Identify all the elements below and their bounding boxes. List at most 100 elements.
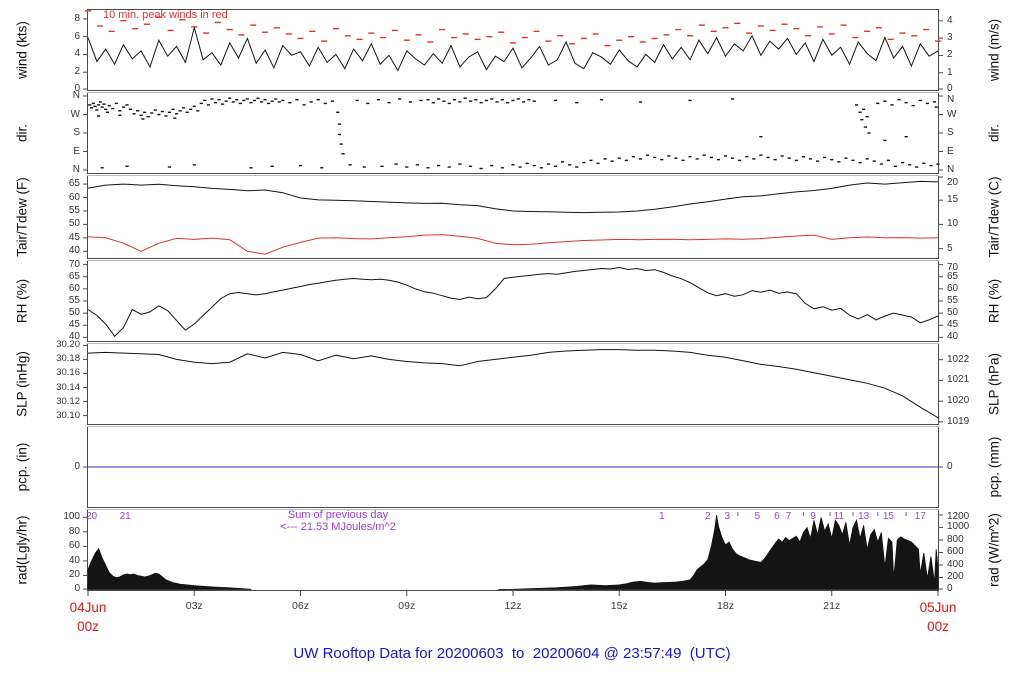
dir-point xyxy=(863,126,867,128)
dir-point xyxy=(723,155,728,157)
dir-point xyxy=(452,99,457,101)
dir-point xyxy=(730,157,735,159)
x-axis-end-date: 05Jun 00z xyxy=(919,600,957,634)
dir-point xyxy=(437,98,441,100)
panel-separator xyxy=(87,174,939,176)
dir-point xyxy=(638,101,643,103)
y-tick-label-wind: 6 xyxy=(74,30,80,42)
dir-point xyxy=(238,102,242,105)
axis-label-right-pcp: pcp. (mm) xyxy=(986,436,1002,498)
dir-point xyxy=(603,158,607,160)
dir-point xyxy=(415,164,419,166)
dir-point xyxy=(801,155,806,158)
y-tick-label-slp: 30.10 xyxy=(56,409,80,421)
dir-point xyxy=(716,158,721,161)
rad-hour-label: 13 xyxy=(858,511,870,522)
x-axis-start-date: 04Jun 00z xyxy=(69,600,107,634)
dir-point xyxy=(426,99,430,101)
dir-point xyxy=(759,154,763,156)
x-tick-label: 15z xyxy=(610,600,628,612)
dir-point xyxy=(474,99,478,101)
dir-point xyxy=(189,108,193,111)
y-tick-label-tair: 10 xyxy=(947,218,959,230)
dir-point xyxy=(883,139,887,142)
y-tick-label-slp: 1022 xyxy=(947,353,970,365)
axis-label-left-pcp: pcp. (in) xyxy=(14,442,30,492)
dir-point xyxy=(447,102,451,105)
y-tick-label-wind: 2 xyxy=(947,49,953,61)
x-tick-label: 18z xyxy=(717,600,734,612)
y-tick-label-tair: 20 xyxy=(947,177,959,188)
y-tick-label-slp: 30.20 xyxy=(56,339,80,351)
dir-point xyxy=(702,154,706,156)
dir-point xyxy=(490,164,494,167)
dir-point xyxy=(141,118,145,120)
dir-point xyxy=(102,103,106,105)
y-tick-label-rad: 0 xyxy=(74,583,80,594)
dir-point xyxy=(249,101,253,104)
dir-point xyxy=(560,161,565,163)
y-tick-label-wind: 3 xyxy=(947,32,953,44)
y-tick-label-rh: 55 xyxy=(68,295,80,306)
dir-point xyxy=(121,106,126,108)
dir-point xyxy=(398,98,402,100)
dir-point xyxy=(823,156,827,159)
series-slp_inhg xyxy=(87,349,939,419)
dir-point xyxy=(256,97,260,99)
y-tick-label-pcp: 0 xyxy=(947,461,953,472)
rad-hour-label: 7 xyxy=(785,511,792,522)
dir-point xyxy=(210,98,214,100)
dir-point xyxy=(539,167,543,169)
dir-point xyxy=(387,101,391,104)
dir-point xyxy=(231,101,235,103)
y-tick-label-rad: 80 xyxy=(68,525,80,537)
rad-hour-label: 1 xyxy=(658,511,665,522)
dir-point xyxy=(277,101,281,103)
dir-point xyxy=(281,99,285,102)
dir-point xyxy=(104,108,108,111)
dir-point xyxy=(213,101,218,104)
y-tick-label-dir: N xyxy=(72,164,80,175)
dir-point xyxy=(309,101,313,103)
dir-point xyxy=(167,166,172,168)
dir-point xyxy=(546,163,551,165)
dir-point xyxy=(125,104,129,106)
dir-point xyxy=(851,159,855,162)
dir-point xyxy=(426,167,430,169)
series-tair_f xyxy=(87,180,939,214)
panel-separator xyxy=(87,425,939,427)
dir-point xyxy=(752,158,756,160)
dir-point xyxy=(362,166,366,168)
y-tick-label-rh: 60 xyxy=(68,282,80,294)
y-tick-label-slp: 1021 xyxy=(947,374,970,386)
y-tick-label-rh: 50 xyxy=(68,307,80,319)
dir-point xyxy=(447,166,451,168)
panel-border-wind xyxy=(87,9,939,91)
dir-point xyxy=(182,107,186,109)
dir-point xyxy=(153,109,157,111)
dir-point xyxy=(511,99,515,102)
panel-separator xyxy=(87,259,939,261)
dir-point xyxy=(516,98,520,100)
dir-point xyxy=(97,104,101,106)
axis-label-right-rad: rad (W/m^2) xyxy=(986,513,1002,587)
dir-point xyxy=(860,118,864,121)
dir-point xyxy=(780,155,784,157)
y-tick-label-wind: 8 xyxy=(74,12,80,24)
dir-point xyxy=(442,100,446,102)
y-tick-label-dir: S xyxy=(947,127,954,138)
dir-point xyxy=(337,133,342,136)
dir-point xyxy=(653,156,657,159)
dir-point xyxy=(865,158,869,160)
axis-label-right-wind: wind (m/s) xyxy=(986,18,1002,82)
dir-point xyxy=(220,103,225,105)
axis-label-right-slp: SLP (hPa) xyxy=(986,352,1002,416)
dir-point xyxy=(263,99,267,101)
dir-point xyxy=(100,106,104,108)
rad-hour-label: 15 xyxy=(882,511,894,522)
dir-point xyxy=(405,166,409,168)
dir-point xyxy=(934,106,938,108)
dir-point xyxy=(500,99,504,101)
dir-point xyxy=(617,157,621,159)
y-tick-label-tair: 5 xyxy=(947,242,953,254)
